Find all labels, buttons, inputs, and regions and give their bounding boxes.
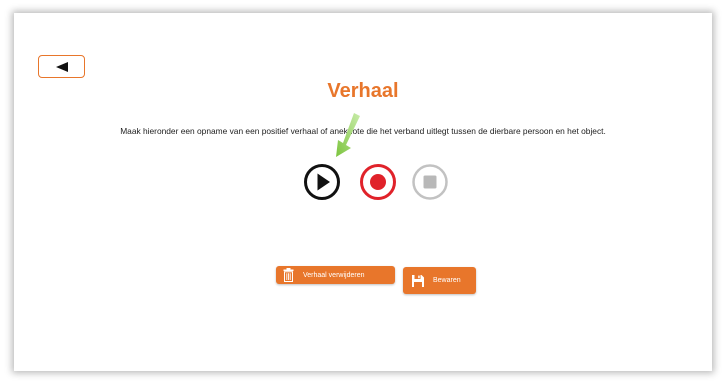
trash-icon (281, 268, 295, 282)
play-icon (304, 164, 340, 200)
app-window: Verhaal Maak hieronder een opname van ee… (14, 13, 712, 371)
back-button[interactable] (38, 55, 85, 78)
stop-icon (412, 164, 448, 200)
delete-story-button[interactable]: Verhaal verwijderen (276, 266, 395, 284)
record-icon (360, 164, 396, 200)
stop-button[interactable] (411, 163, 449, 201)
delete-story-label: Verhaal verwijderen (303, 271, 365, 279)
play-button[interactable] (303, 163, 341, 201)
pointer-arrow-icon (332, 113, 366, 159)
page-title: Verhaal (327, 80, 399, 102)
record-button[interactable] (359, 163, 397, 201)
floppy-disk-icon (410, 274, 426, 288)
save-label: Bewaren (433, 277, 461, 284)
save-button[interactable]: Bewaren (403, 267, 476, 294)
back-arrow-icon (55, 61, 68, 72)
